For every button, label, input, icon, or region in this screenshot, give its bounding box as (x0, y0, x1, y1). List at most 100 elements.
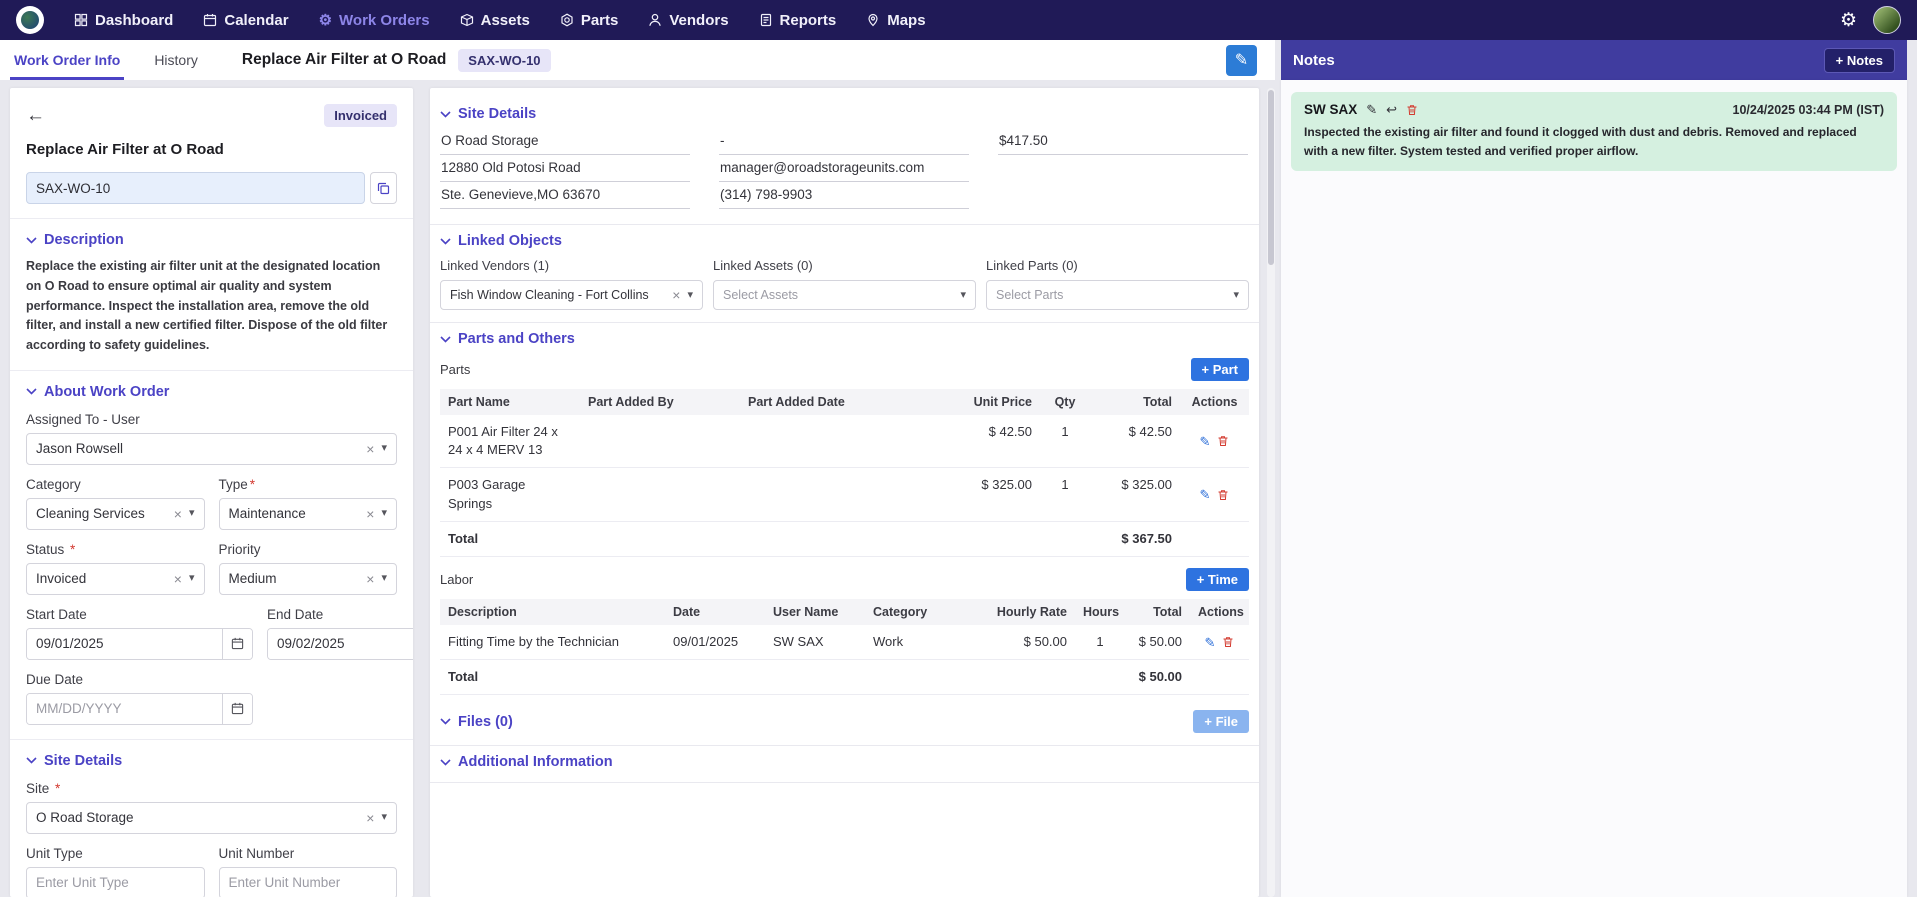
section-linked-objects[interactable]: Linked Objects (440, 233, 1249, 249)
vertical-scrollbar[interactable] (1267, 88, 1275, 897)
section-site-details-left[interactable]: Site Details (26, 753, 397, 769)
scrollbar-thumb[interactable] (1268, 90, 1274, 265)
clear-x-icon[interactable]: × (366, 507, 374, 521)
settings-gear-icon[interactable]: ⚙ (1840, 11, 1857, 30)
status-select[interactable]: Invoiced × ▾ (26, 563, 205, 595)
divider (10, 218, 413, 219)
due-date-field (26, 693, 253, 725)
nav-reports[interactable]: Reports (759, 0, 837, 40)
dashboard-icon (74, 13, 88, 27)
calendar-button[interactable] (222, 694, 252, 724)
section-parts-and-others[interactable]: Parts and Others (440, 331, 1249, 347)
edit-note-icon[interactable]: ✎ (1366, 103, 1377, 116)
nav-assets[interactable]: Assets (460, 0, 530, 40)
nav-calendar[interactable]: Calendar (203, 0, 288, 40)
site-label: Site * (26, 781, 397, 796)
section-site-details[interactable]: Site Details (440, 106, 1249, 122)
chevron-down-icon[interactable]: ▾ (381, 812, 387, 823)
add-file-button[interactable]: + File (1193, 710, 1249, 733)
part-added-by-cell (580, 415, 740, 468)
section-heading: Files (0) (458, 714, 513, 730)
clear-x-icon[interactable]: × (672, 288, 680, 302)
undo-icon[interactable]: ↩ (1386, 103, 1397, 116)
parts-total-label: Total (440, 522, 580, 557)
priority-select[interactable]: Medium × ▾ (219, 563, 398, 595)
clear-x-icon[interactable]: × (366, 811, 374, 825)
part-added-date-cell (740, 415, 940, 468)
calendar-button[interactable] (222, 629, 252, 659)
edit-row-icon[interactable]: ✎ (1200, 488, 1211, 501)
chevron-down-icon[interactable]: ▾ (381, 443, 387, 454)
chevron-down-icon[interactable]: ▾ (381, 573, 387, 584)
tab-history[interactable]: History (150, 40, 202, 80)
column-header: Unit Price (940, 389, 1040, 415)
delete-row-icon[interactable] (1222, 636, 1234, 648)
labor-date-cell: 09/01/2025 (665, 625, 765, 660)
nav-work-orders[interactable]: ⚙ Work Orders (319, 0, 430, 40)
total-cell: $ 325.00 (1090, 468, 1180, 521)
unit-number-input[interactable] (219, 867, 398, 897)
tab-work-order-info[interactable]: Work Order Info (10, 40, 124, 80)
site-phone-field: (314) 798-9903 (719, 185, 969, 209)
main-navigation: Dashboard Calendar ⚙ Work Orders Assets … (74, 0, 956, 40)
chevron-down-icon[interactable]: ▾ (687, 290, 693, 301)
back-arrow-icon[interactable]: ← (26, 106, 45, 125)
clear-x-icon[interactable]: × (366, 442, 374, 456)
due-date-input[interactable] (27, 694, 222, 724)
site-select[interactable]: O Road Storage × ▾ (26, 802, 397, 834)
work-order-code-field (26, 172, 365, 204)
notes-body: SW SAX ✎ ↩ 10/24/2025 03:44 PM (IST) Ins… (1281, 80, 1907, 897)
add-part-button[interactable]: + Part (1191, 358, 1250, 381)
clear-x-icon[interactable]: × (174, 507, 182, 521)
labor-user-cell: SW SAX (765, 625, 865, 660)
chevron-down-icon[interactable]: ▾ (960, 290, 966, 301)
chevron-down-icon[interactable]: ▾ (1233, 290, 1239, 301)
delete-note-icon[interactable] (1406, 104, 1418, 116)
section-files[interactable]: Files (0) (440, 714, 513, 730)
nav-dashboard[interactable]: Dashboard (74, 0, 173, 40)
clear-x-icon[interactable]: × (174, 572, 182, 586)
nav-maps[interactable]: Maps (866, 0, 925, 40)
linked-assets-select[interactable]: Select Assets ▾ (713, 280, 976, 310)
edit-row-icon[interactable]: ✎ (1200, 435, 1211, 448)
chevron-down-icon[interactable]: ▾ (189, 508, 195, 519)
section-additional-information[interactable]: Additional Information (440, 754, 1249, 770)
qty-cell: 1 (1040, 468, 1090, 521)
add-time-button[interactable]: + Time (1186, 568, 1249, 591)
assigned-to-select[interactable]: Jason Rowsell × ▾ (26, 433, 397, 465)
app-logo[interactable] (16, 6, 44, 34)
labor-label: Labor (440, 572, 473, 587)
select-value: Jason Rowsell (36, 441, 360, 456)
start-date-input[interactable] (27, 629, 222, 659)
site-details-grid: O Road Storage 12880 Old Potosi Road Ste… (440, 131, 1249, 212)
section-description[interactable]: Description (26, 232, 397, 248)
user-avatar[interactable] (1873, 6, 1901, 34)
type-select[interactable]: Maintenance × ▾ (219, 498, 398, 530)
delete-row-icon[interactable] (1217, 435, 1229, 447)
section-about-work-order[interactable]: About Work Order (26, 384, 397, 400)
select-value: Invoiced (36, 571, 168, 586)
linked-vendors-select[interactable]: Fish Window Cleaning - Fort Collins × ▾ (440, 280, 703, 310)
copy-button[interactable] (370, 172, 397, 204)
nav-parts[interactable]: Parts (560, 0, 619, 40)
chevron-down-icon[interactable]: ▾ (381, 508, 387, 519)
work-order-summary-panel: ← Invoiced Replace Air Filter at O Road … (10, 88, 413, 897)
edit-work-order-button[interactable]: ✎ (1226, 45, 1257, 76)
due-date-label: Due Date (26, 672, 253, 687)
nav-vendors[interactable]: Vendors (648, 0, 728, 40)
linked-vendors-label: Linked Vendors (1) (440, 258, 703, 273)
unit-type-input[interactable] (26, 867, 205, 897)
delete-row-icon[interactable] (1217, 489, 1229, 501)
category-select[interactable]: Cleaning Services × ▾ (26, 498, 205, 530)
main-area: Work Order Info History Replace Air Filt… (0, 40, 1917, 897)
edit-row-icon[interactable]: ✎ (1205, 636, 1216, 649)
add-notes-button[interactable]: + Notes (1824, 48, 1895, 73)
end-date-input[interactable] (268, 629, 413, 659)
priority-label: Priority (219, 542, 398, 557)
notes-panel: Notes + Notes SW SAX ✎ ↩ 10/24/2025 03:4… (1281, 40, 1907, 897)
chevron-down-icon[interactable]: ▾ (189, 573, 195, 584)
linked-parts-select[interactable]: Select Parts ▾ (986, 280, 1249, 310)
column-header: Actions (1180, 389, 1249, 415)
work-order-code-input[interactable] (27, 173, 364, 203)
clear-x-icon[interactable]: × (366, 572, 374, 586)
